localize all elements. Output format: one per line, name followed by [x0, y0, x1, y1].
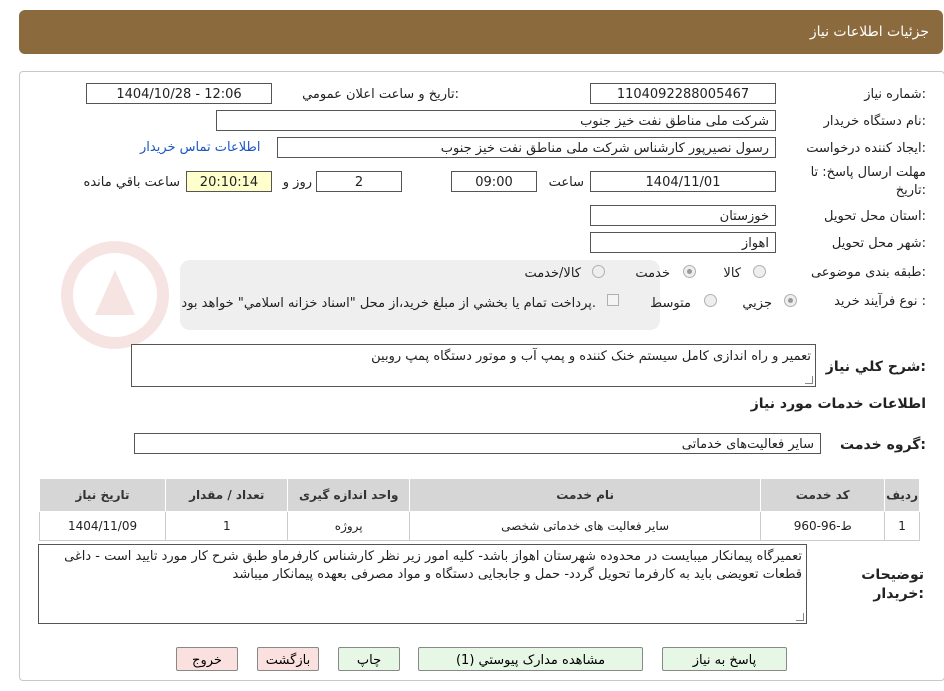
- resize-handle-icon[interactable]: [796, 613, 804, 621]
- col-header-quantity: تعداد / مقدار: [165, 478, 289, 512]
- buyer-contact-link[interactable]: اطلاعات تماس خريدار: [140, 140, 260, 155]
- description-textarea[interactable]: تعمیر و راه اندازی کامل سیستم خنک کننده …: [131, 344, 816, 387]
- days-field[interactable]: 2: [316, 171, 402, 192]
- resize-handle-icon[interactable]: [805, 376, 813, 384]
- buyer-notes-textarea[interactable]: تعمیرگاه پیمانکار میبایست در محدوده شهرس…: [38, 544, 807, 624]
- col-header-unit: واحد اندازه گيری: [287, 478, 410, 512]
- deadline-time-label: ساعت: [548, 175, 584, 190]
- print-button[interactable]: چاپ: [338, 647, 400, 671]
- buyer-org-field[interactable]: شرکت ملی مناطق نفت خیز جنوب: [216, 110, 776, 131]
- back-button[interactable]: بازگشت: [257, 647, 319, 671]
- announce-field[interactable]: 1404/10/28 - 12:06: [86, 83, 272, 104]
- col-header-service-name: نام خدمت: [408, 478, 762, 512]
- payment-note: پرداخت تمام يا بخشي از مبلغ خريد،از محل …: [181, 296, 596, 311]
- services-section-title: اطلاعات خدمات مورد نياز: [750, 396, 926, 412]
- buyer-notes-text: تعمیرگاه پیمانکار میبایست در محدوده شهرس…: [64, 549, 802, 582]
- deadline-date-field[interactable]: 1404/11/01: [590, 171, 776, 192]
- category-radio-goods-service[interactable]: [592, 265, 605, 278]
- category-option-goods-service: کالا/خدمت: [524, 266, 581, 281]
- process-option-minor: جزيي: [742, 296, 772, 311]
- category-option-goods: کالا: [723, 266, 741, 281]
- service-group-field[interactable]: ساير فعاليت‌هاى خدماتى: [134, 433, 821, 454]
- category-option-service: خدمت: [635, 266, 670, 281]
- process-radio-minor[interactable]: [784, 294, 797, 307]
- table-row[interactable]: 1 ط-96-960 سایر فعالیت های خدماتی شخصی پ…: [38, 511, 920, 541]
- deadline-label: مهلت ارسال پاسخ: تا: [810, 165, 926, 180]
- announce-label: تاريخ و ساعت اعلان عمومي:: [302, 87, 459, 102]
- exit-button[interactable]: خروج: [176, 647, 238, 671]
- cell-service-name: سایر فعالیت های خدماتی شخصی: [408, 511, 762, 541]
- page-title: جزئيات اطلاعات نياز: [809, 24, 929, 40]
- buyer-notes-label-2: خريدار:: [873, 586, 924, 602]
- treasury-checkbox[interactable]: [607, 294, 619, 306]
- cell-quantity: 1: [165, 511, 289, 541]
- buyer-org-label: نام دستگاه خريدار:: [823, 114, 926, 129]
- table-header-row: رديف کد خدمت نام خدمت واحد اندازه گيری ت…: [38, 478, 920, 512]
- deadline-time-field[interactable]: 09:00: [451, 171, 537, 192]
- process-radio-medium[interactable]: [704, 294, 717, 307]
- reply-button[interactable]: پاسخ به نياز: [662, 647, 787, 671]
- category-radio-goods[interactable]: [753, 265, 766, 278]
- remaining-label: ساعت باقي مانده: [83, 175, 180, 190]
- category-radio-service[interactable]: [683, 265, 696, 278]
- province-label: استان محل تحويل:: [824, 209, 926, 224]
- remaining-time-field: 20:10:14: [186, 171, 272, 192]
- cell-service-code: ط-96-960: [760, 511, 886, 541]
- process-option-medium: متوسط: [650, 296, 691, 311]
- description-label: شرح کلي نياز:: [825, 359, 926, 375]
- category-label: طبقه بندی موضوعی:: [810, 265, 926, 280]
- description-text: تعمیر و راه اندازی کامل سیستم خنک کننده …: [371, 349, 811, 364]
- city-label: شهر محل تحويل:: [831, 236, 926, 251]
- cell-row-number: 1: [884, 511, 920, 541]
- col-header-service-code: کد خدمت: [760, 478, 886, 512]
- page-header: جزئيات اطلاعات نياز: [19, 10, 943, 54]
- requester-field[interactable]: رسول نصیرپور کارشناس شرکت ملی مناطق نفت …: [277, 137, 776, 158]
- col-header-need-date: تاريخ نياز: [38, 478, 167, 512]
- province-field[interactable]: خوزستان: [590, 205, 776, 226]
- services-table: رديف کد خدمت نام خدمت واحد اندازه گيری ت…: [38, 478, 920, 541]
- cell-need-date: 1404/11/09: [38, 511, 167, 541]
- city-field[interactable]: اهواز: [590, 232, 776, 253]
- col-header-row-number: رديف: [884, 478, 920, 512]
- need-number-field[interactable]: 1104092288005467: [590, 83, 776, 104]
- process-label: نوع فرآيند خريد :: [834, 294, 926, 309]
- need-number-label: شماره نياز:: [864, 87, 926, 102]
- requester-label: ايجاد کننده درخواست:: [806, 141, 926, 156]
- deadline-label-date: تاريخ:: [895, 183, 926, 198]
- days-label: روز و: [282, 175, 312, 190]
- service-group-label: گروه خدمت:: [840, 437, 926, 453]
- cell-unit: پروژه: [287, 511, 410, 541]
- buyer-notes-label: توضيحات: [861, 567, 924, 583]
- view-attachments-button[interactable]: مشاهده مدارک پيوستي (1): [418, 647, 643, 671]
